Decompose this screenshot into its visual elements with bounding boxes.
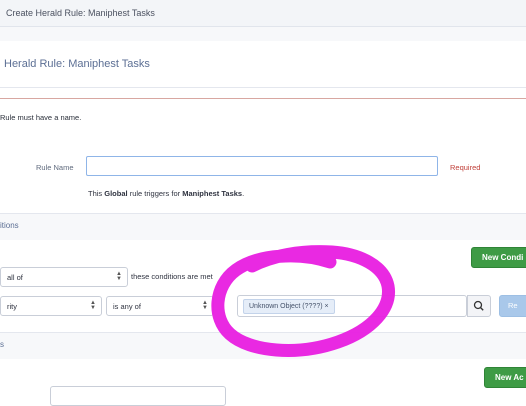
rule-desc-middle: rule triggers for: [127, 189, 183, 198]
token-label: Unknown Object (????): [249, 303, 323, 310]
match-select-value: all of: [7, 273, 23, 282]
condition-operator-value: is any of: [113, 302, 141, 311]
match-select[interactable]: all of ▲ ▼: [0, 267, 128, 287]
actions-section-label: s: [0, 340, 4, 349]
action-select[interactable]: [50, 386, 226, 406]
match-text: these conditions are met: [131, 272, 213, 281]
rule-desc-suffix: .: [242, 189, 245, 198]
select-arrows-icon: ▲ ▼: [116, 271, 122, 282]
select-arrows-icon: ▲ ▼: [202, 300, 208, 311]
page-title: Herald Rule: Maniphest Tasks: [4, 58, 150, 70]
search-button[interactable]: [467, 295, 491, 317]
condition-value-token[interactable]: Unknown Object (????) ×: [243, 299, 335, 314]
condition-field-select[interactable]: rity ▲ ▼: [0, 296, 102, 316]
search-icon: [473, 300, 484, 311]
conditions-section-header: [0, 213, 526, 241]
condition-field-value: rity: [7, 302, 17, 311]
rule-desc-prefix: This: [88, 189, 105, 198]
condition-operator-select[interactable]: is any of ▲ ▼: [106, 296, 214, 316]
rule-desc-scope: Global: [104, 189, 128, 198]
new-condition-button[interactable]: New Condi: [471, 247, 526, 268]
required-label: Required: [450, 163, 481, 172]
token-remove-icon[interactable]: ×: [325, 303, 329, 310]
breadcrumb[interactable]: Create Herald Rule: Maniphest Tasks: [6, 8, 155, 18]
conditions-section-label: itions: [0, 221, 19, 230]
remove-condition-button[interactable]: Re: [499, 295, 526, 317]
error-message: Rule must have a name.: [0, 113, 82, 122]
actions-section-header: [0, 332, 526, 360]
rule-name-label: Rule Name: [36, 163, 74, 172]
page-background: [0, 27, 526, 41]
rule-desc-object: Maniphest Tasks: [182, 189, 243, 198]
rule-name-input[interactable]: [86, 156, 438, 176]
select-arrows-icon: ▲ ▼: [90, 300, 96, 311]
new-action-button[interactable]: New Ac: [484, 367, 526, 388]
rule-description: This Global rule triggers for Maniphest …: [88, 189, 244, 198]
